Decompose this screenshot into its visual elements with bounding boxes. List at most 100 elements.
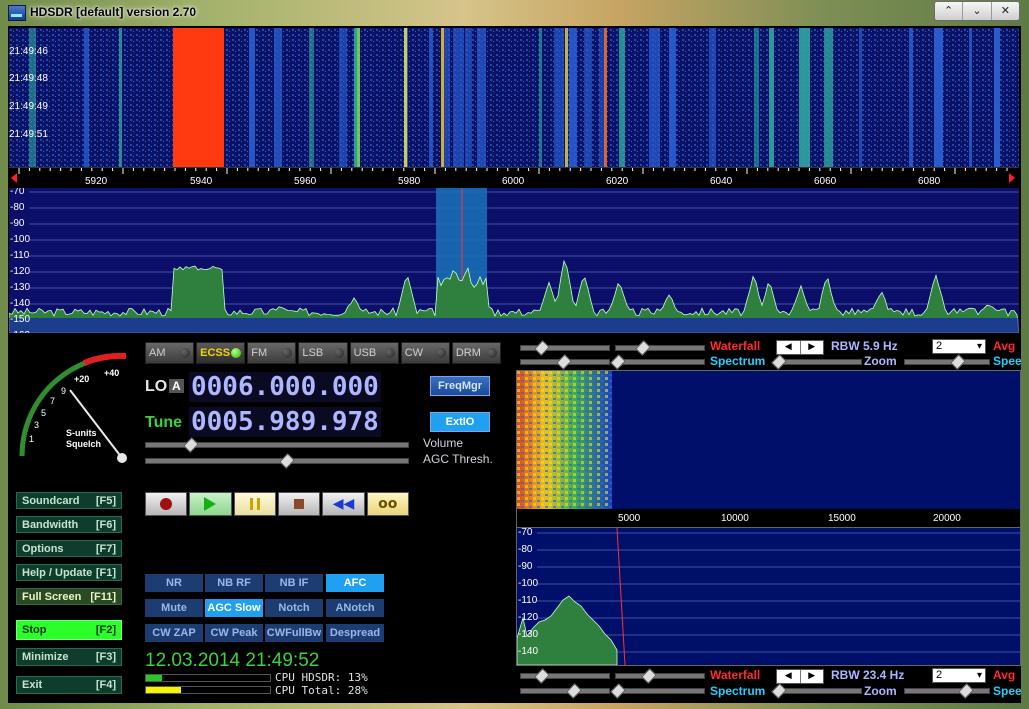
af-rbw-left-icon[interactable]: ◀: [777, 670, 801, 683]
rewind-button[interactable]: ◀◀: [322, 492, 365, 516]
dsp-nr[interactable]: NR: [145, 574, 203, 592]
af-zoom-slider[interactable]: [771, 683, 862, 699]
window-btn-2[interactable]: ⌄: [963, 2, 992, 20]
fullscreen-button[interactable]: Full Screen [F11]: [16, 588, 122, 605]
waterfall-signal-band: [799, 28, 810, 167]
af-wf-slider-1[interactable]: [520, 668, 610, 684]
dsp-nb-rf[interactable]: NB RF: [205, 574, 263, 592]
mode-drm[interactable]: DRM: [451, 342, 501, 364]
loop-button[interactable]: oo: [366, 492, 409, 516]
s-meter[interactable]: 1 3 5 7 9 +20 +40 S-units Squelch: [14, 348, 130, 468]
rf-wf-slider-1[interactable]: [520, 340, 610, 356]
soundcard-label: Soundcard: [22, 494, 80, 507]
play-icon: [204, 497, 217, 511]
dsp-despread[interactable]: Despread: [326, 624, 384, 642]
af-waterfall[interactable]: [516, 370, 1021, 511]
af-spectrum[interactable]: -70 -80 -90 -100 -110 -120 -130 -140: [516, 527, 1021, 666]
rf-spec-slider-2[interactable]: [610, 354, 705, 370]
mode-cw-label: CW: [404, 347, 424, 359]
bandwidth-key: [F6]: [95, 518, 116, 531]
dsp-cw-zap[interactable]: CW ZAP: [145, 624, 203, 642]
dsp-nb-if[interactable]: NB IF: [265, 574, 323, 592]
s-meter-dial: [19, 352, 127, 463]
dsp-agc-slow[interactable]: AGC Slow: [205, 599, 263, 617]
af-wf-slider-2[interactable]: [615, 668, 705, 684]
lo-vfo-tag[interactable]: A: [169, 379, 184, 393]
mode-usb[interactable]: USB: [349, 342, 399, 364]
volume-slider[interactable]: [145, 437, 409, 453]
dsp-cwfullbw[interactable]: CWFullBw: [265, 624, 323, 642]
title-bar[interactable]: HDSDR [default] version 2.70 ⌃ ⌄ ✕: [0, 0, 1029, 26]
options-key: [F7]: [95, 542, 116, 555]
mode-cw[interactable]: CW: [400, 342, 450, 364]
rf-spec-slider-1[interactable]: [520, 354, 610, 370]
squelch-label: Squelch: [66, 439, 102, 449]
agc-threshold-label: AGC Thresh.: [423, 452, 493, 466]
af-spec-slider-1[interactable]: [520, 683, 610, 699]
mode-lsb-label: LSB: [302, 347, 324, 359]
rbw-left-icon[interactable]: ◀: [777, 341, 801, 354]
stop-button[interactable]: Stop [F2]: [16, 620, 122, 640]
waterfall-signal-band: [769, 28, 774, 167]
soundcard-button[interactable]: Soundcard [F5]: [16, 492, 122, 509]
stop-playback-button[interactable]: [277, 492, 321, 516]
dsp-mute[interactable]: Mute: [145, 599, 203, 617]
spectrum-db-tick: -160: [10, 330, 30, 333]
pause-button[interactable]: [233, 492, 276, 516]
waterfall-signal-band: [354, 28, 357, 167]
rf-waterfall[interactable]: 21:49:46 21:49:48 21:49:49 21:49:51: [9, 28, 1019, 167]
af-waterfall-label: Waterfall: [710, 668, 761, 682]
cpu-hdsdr-label: CPU HDSDR: 13%: [275, 671, 368, 684]
record-button[interactable]: [145, 492, 188, 516]
rf-speed-slider[interactable]: [904, 354, 990, 370]
af-speed-label: Speed: [993, 684, 1021, 698]
dsp-anotch[interactable]: ANotch: [326, 599, 384, 617]
mode-fm-led: [282, 348, 293, 358]
dsp-afc[interactable]: AFC: [326, 574, 384, 592]
options-button[interactable]: Options [F7]: [16, 540, 122, 557]
mode-ecss[interactable]: ECSS: [196, 342, 246, 364]
mode-lsb[interactable]: LSB: [298, 342, 348, 364]
af-rbw-stepper[interactable]: ◀ ▶: [776, 669, 824, 684]
minimize-button[interactable]: Minimize [F3]: [16, 648, 122, 666]
exit-button[interactable]: Exit [F4]: [16, 676, 122, 694]
mode-am[interactable]: AM: [145, 342, 195, 364]
rf-wf-slider-2[interactable]: [615, 340, 705, 356]
rf-avg-dropdown[interactable]: 2: [932, 339, 986, 354]
dsp-notch[interactable]: Notch: [265, 599, 323, 617]
rf-tick-5980: 5980: [398, 176, 421, 187]
dsp-cw-peak[interactable]: CW Peak: [205, 624, 263, 642]
mode-fm[interactable]: FM: [247, 342, 297, 364]
tune-frequency[interactable]: 0005.989.978: [189, 407, 381, 437]
freqmgr-button[interactable]: FreqMgr: [430, 376, 490, 396]
mode-usb-label: USB: [353, 347, 377, 359]
rf-zoom-slider[interactable]: [771, 354, 862, 370]
extio-button[interactable]: ExtIO: [430, 412, 490, 432]
window-btn-1[interactable]: ⌃: [935, 2, 964, 20]
cpu-hdsdr-fill: [146, 675, 163, 681]
af-frequency-scale[interactable]: 5000 10000 15000 20000: [516, 509, 1021, 528]
waterfall-image: [9, 28, 1019, 167]
rf-spectrum[interactable]: -70 -80 -90 -100 -110 -120 -130 -140 -150 -160: [9, 188, 1019, 333]
close-button[interactable]: ✕: [992, 2, 1019, 20]
af-rbw-right-icon[interactable]: ▶: [801, 670, 824, 683]
cpu-hdsdr-bar: [145, 674, 271, 682]
agc-threshold-slider[interactable]: [145, 453, 409, 469]
af-spec-slider-2[interactable]: [610, 683, 705, 699]
rf-frequency-scale[interactable]: 5920 5940 5960 5980 6000 6020 6040 6060 …: [9, 167, 1019, 188]
af-avg-dropdown[interactable]: 2: [932, 668, 986, 683]
rf-rbw-stepper[interactable]: ◀ ▶: [776, 340, 824, 355]
waterfall-strong-carrier: [441, 28, 444, 167]
wf-time-2: 21:49:48: [9, 73, 48, 84]
fullscreen-key: [F11]: [90, 590, 116, 603]
af-speed-slider[interactable]: [904, 683, 990, 699]
play-button[interactable]: [189, 492, 232, 516]
bandwidth-button[interactable]: Bandwidth [F6]: [16, 516, 122, 533]
spectrum-db-tick: -100: [10, 234, 31, 245]
lo-frequency[interactable]: 0006.000.000: [189, 372, 381, 402]
waterfall-signal-band: [669, 28, 676, 167]
help-key: [F1]: [95, 566, 116, 579]
spectrum-db-tick: -80: [10, 202, 25, 213]
help-update-button[interactable]: Help / Update [F1]: [16, 564, 122, 581]
rbw-right-icon[interactable]: ▶: [801, 341, 824, 354]
